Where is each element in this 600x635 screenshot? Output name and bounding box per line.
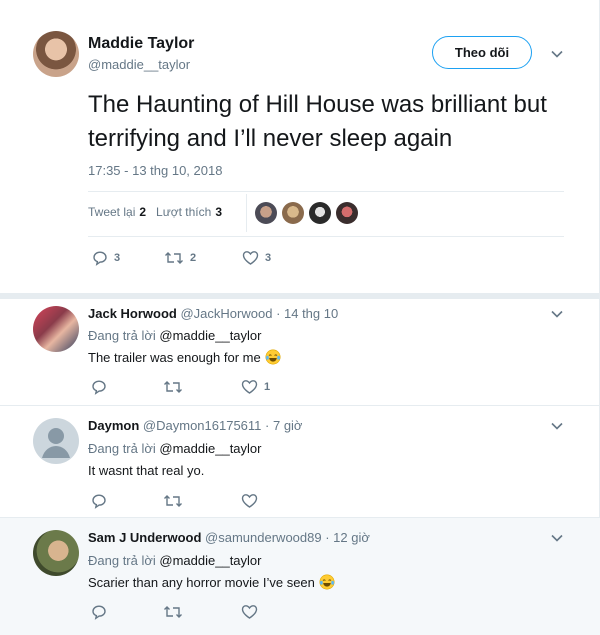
retweet-icon xyxy=(164,606,182,618)
tweet-actions: 3 2 3 xyxy=(92,250,271,266)
reply-header: Daymon @Daymon16175611 · 7 giờ xyxy=(88,418,302,433)
retweet-icon xyxy=(164,495,182,507)
replying-to-handle[interactable]: @maddie__taylor xyxy=(159,441,261,456)
replying-to-handle[interactable]: @maddie__taylor xyxy=(159,328,261,343)
follow-button[interactable]: Theo dõi xyxy=(432,36,532,69)
like-icon xyxy=(242,251,259,265)
retweet-action[interactable]: 2 xyxy=(164,250,242,266)
liker-avatar[interactable] xyxy=(255,202,277,224)
tweet-text: The Haunting of Hill House was brilliant… xyxy=(88,91,547,152)
like-action[interactable]: 1 xyxy=(241,379,270,395)
like-icon xyxy=(241,380,258,394)
reply-time[interactable]: · 14 thg 10 xyxy=(276,306,338,321)
reply-header: Sam J Underwood @samunderwood89 · 12 giờ xyxy=(88,530,370,545)
like-count: 3 xyxy=(265,252,272,264)
reply-avatar[interactable] xyxy=(33,530,79,576)
retweet-action[interactable] xyxy=(163,493,241,509)
chevron-down-icon[interactable] xyxy=(550,419,564,433)
reply-action[interactable] xyxy=(91,604,163,620)
replying-to-label: Đang trả lời xyxy=(88,328,156,343)
reply-action[interactable] xyxy=(91,493,163,509)
replying-to: Đang trả lời @maddie__taylor xyxy=(88,328,262,343)
replying-to-label: Đang trả lời xyxy=(88,553,156,568)
like-icon xyxy=(241,494,258,508)
retweets-stat[interactable]: Tweet lại 2 xyxy=(88,205,146,219)
reply-author-handle[interactable]: @JackHorwood xyxy=(180,306,272,321)
replying-to-label: Đang trả lời xyxy=(88,441,156,456)
reply-actions xyxy=(91,493,258,509)
divider xyxy=(88,191,564,192)
tweet-detail-card: Maddie Taylor @maddie__taylor Theo dõi T… xyxy=(0,0,600,635)
reply-text: Scarier than any horror movie I’ve seen xyxy=(88,574,335,590)
reply-text-content: Scarier than any horror movie I’ve seen xyxy=(88,574,315,590)
stats-separator xyxy=(246,194,247,232)
reply-author-handle[interactable]: @samunderwood89 xyxy=(205,530,322,545)
replying-to-handle[interactable]: @maddie__taylor xyxy=(159,553,261,568)
chevron-down-icon[interactable] xyxy=(550,307,564,321)
reply-text: It wasnt that real yo. xyxy=(88,463,204,478)
chevron-down-icon[interactable] xyxy=(550,47,564,61)
author-avatar[interactable] xyxy=(33,31,79,77)
retweets-count: 2 xyxy=(139,205,147,219)
like-action[interactable] xyxy=(241,604,258,620)
likes-stat[interactable]: Lượt thích 3 xyxy=(156,205,222,219)
replying-to: Đang trả lời @maddie__taylor xyxy=(88,441,262,456)
chevron-down-icon[interactable] xyxy=(550,531,564,545)
reply-author-name[interactable]: Sam J Underwood xyxy=(88,530,201,545)
reply-text-content: The trailer was enough for me xyxy=(88,349,261,365)
reply-author-name[interactable]: Jack Horwood xyxy=(88,306,177,321)
likes-label: Lượt thích xyxy=(156,205,212,219)
reply-author-handle[interactable]: @Daymon16175611 xyxy=(143,418,261,433)
liker-avatar[interactable] xyxy=(309,202,331,224)
reply-tweet[interactable]: Jack Horwood @JackHorwood · 14 thg 10 Đa… xyxy=(0,299,600,406)
tears-of-joy-emoji xyxy=(265,349,281,365)
reply-header: Jack Horwood @JackHorwood · 14 thg 10 xyxy=(88,306,338,321)
retweet-icon xyxy=(164,381,182,393)
reply-actions: 1 xyxy=(91,379,270,395)
reply-time[interactable]: · 12 giờ xyxy=(325,530,370,545)
reply-count: 3 xyxy=(114,252,121,264)
reply-icon xyxy=(93,251,107,266)
retweet-icon xyxy=(165,252,183,264)
author-handle[interactable]: @maddie__taylor xyxy=(88,57,190,72)
like-action[interactable]: 3 xyxy=(242,250,271,266)
reply-avatar[interactable] xyxy=(33,306,79,352)
liker-avatar[interactable] xyxy=(282,202,304,224)
author-name[interactable]: Maddie Taylor xyxy=(88,35,194,53)
engagement-stats: Tweet lại 2 Lượt thích 3 xyxy=(88,205,232,219)
reply-action[interactable] xyxy=(91,379,163,395)
reply-tweet[interactable]: Sam J Underwood @samunderwood89 · 12 giờ… xyxy=(0,517,600,635)
reply-actions xyxy=(91,604,258,620)
reply-icon xyxy=(92,494,106,509)
tears-of-joy-emoji xyxy=(319,574,335,590)
like-action[interactable] xyxy=(241,493,258,509)
liker-avatars xyxy=(255,202,363,224)
reply-icon xyxy=(92,605,106,620)
reply-text-content: It wasnt that real yo. xyxy=(88,463,205,478)
like-count: 1 xyxy=(264,381,271,393)
reply-author-name[interactable]: Daymon xyxy=(88,418,139,433)
likes-count: 3 xyxy=(215,205,222,219)
reply-action[interactable]: 3 xyxy=(92,250,164,266)
tweet-timestamp[interactable]: 17:35 - 13 thg 10, 2018 xyxy=(88,163,222,178)
retweet-action[interactable] xyxy=(163,379,241,395)
reply-avatar[interactable] xyxy=(33,418,79,464)
liker-avatar[interactable] xyxy=(336,202,358,224)
retweet-action[interactable] xyxy=(163,604,241,620)
retweets-label: Tweet lại xyxy=(88,205,136,219)
default-avatar-icon xyxy=(42,428,70,458)
replying-to: Đang trả lời @maddie__taylor xyxy=(88,553,262,568)
reply-icon xyxy=(92,380,106,395)
main-tweet: Maddie Taylor @maddie__taylor Theo dõi T… xyxy=(0,0,600,296)
like-icon xyxy=(241,605,258,619)
reply-text: The trailer was enough for me xyxy=(88,349,281,365)
reply-tweet[interactable]: Daymon @Daymon16175611 · 7 giờ Đang trả … xyxy=(0,406,600,517)
reply-time[interactable]: · 7 giờ xyxy=(265,418,302,433)
divider xyxy=(88,236,564,237)
retweet-count: 2 xyxy=(190,252,197,264)
